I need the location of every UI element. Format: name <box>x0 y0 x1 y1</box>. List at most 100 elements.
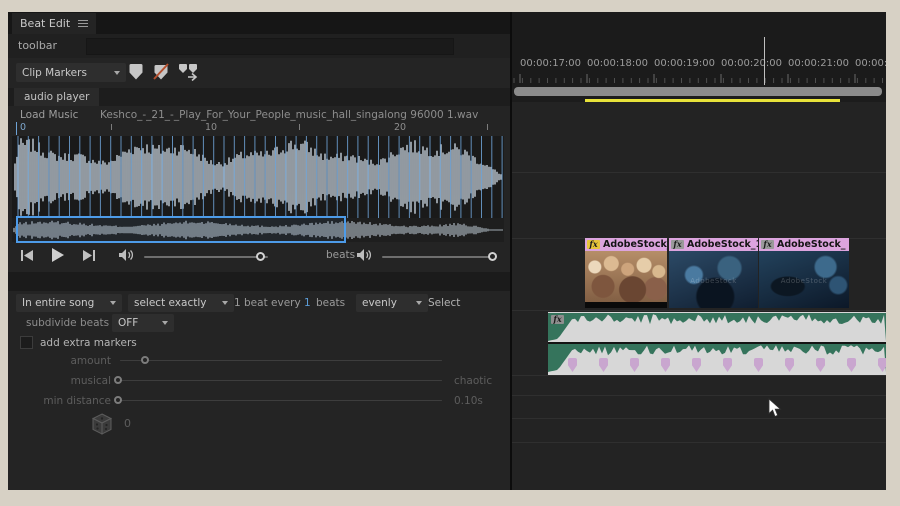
beat-every-suffix: beats <box>316 297 346 309</box>
waveform-selection-rect[interactable] <box>16 216 346 243</box>
beats-volume-icon[interactable] <box>356 248 373 262</box>
video-clip-2-name: AdobeStock_17 <box>687 239 758 250</box>
min-distance-slider[interactable] <box>120 400 442 401</box>
musical-slider[interactable] <box>120 380 442 381</box>
fx-badge-icon[interactable]: fx <box>587 240 600 249</box>
fx-badge-icon[interactable]: fx <box>671 240 684 249</box>
track-divider <box>512 442 886 443</box>
timeline-ruler[interactable]: 00:00:17:00 00:00:18:00 00:00:19:00 00:0… <box>512 12 886 87</box>
subdivide-label: subdivide beats <box>26 317 110 329</box>
panel-title: Beat Edit <box>20 17 71 30</box>
timecode-label: 00:00:20:00 <box>721 58 783 69</box>
scope-dropdown-label: In entire song <box>22 297 95 309</box>
beat-marker[interactable] <box>816 358 825 372</box>
load-music-button[interactable]: Load Music <box>20 109 78 121</box>
mouse-cursor <box>768 398 782 418</box>
video-clip-1-name: AdobeStock_1 <box>603 239 667 250</box>
dice-icon[interactable] <box>90 412 114 436</box>
audio-clip[interactable]: fx <box>548 312 886 375</box>
beat-marker[interactable] <box>878 358 886 372</box>
fx-badge-icon[interactable]: fx <box>761 240 774 249</box>
video-clip-1-header[interactable]: fx AdobeStock_1 <box>585 238 667 251</box>
main-waveform[interactable] <box>12 136 504 218</box>
beat-marker[interactable] <box>568 358 577 372</box>
video-clip-3[interactable]: fx AdobeStock_ AdobeStock <box>759 238 849 308</box>
main-waveform-svg <box>14 136 503 218</box>
panel-tab-bar: Beat Edit <box>8 12 510 34</box>
timeline-playhead[interactable] <box>764 37 765 85</box>
scope-dropdown[interactable]: In entire song <box>16 294 122 312</box>
ruler-label-20: 20 <box>394 122 407 133</box>
select-button[interactable]: Select <box>428 297 460 309</box>
transport-row: beats <box>8 245 510 271</box>
video-clip-1-thumbnail <box>585 251 667 308</box>
caret-down-icon <box>110 301 116 305</box>
timeline-h-scrollbar[interactable] <box>514 87 882 96</box>
subdivide-dropdown[interactable]: OFF <box>112 314 174 332</box>
amount-knob[interactable] <box>141 356 149 364</box>
panel-menu-icon[interactable] <box>78 20 89 27</box>
distribution-dropdown-label: evenly <box>362 297 397 309</box>
add-extra-markers-checkbox[interactable] <box>20 336 33 349</box>
mode-dropdown-label: select exactly <box>134 297 207 309</box>
ruler-tick <box>487 124 488 130</box>
beat-tabs-row: beat selection beat info <box>8 272 510 291</box>
ruler-label-0: 0 <box>20 122 27 133</box>
distribution-dropdown[interactable]: evenly <box>356 294 428 312</box>
beats-volume-knob[interactable] <box>488 252 497 261</box>
tab-audio-player[interactable]: audio player <box>14 88 100 106</box>
waveform-ruler[interactable]: 0 10 20 <box>8 122 510 136</box>
min-distance-knob[interactable] <box>114 396 122 404</box>
beat-marker[interactable] <box>785 358 794 372</box>
timeline-panel: 00:00:17:00 00:00:18:00 00:00:19:00 00:0… <box>510 12 886 490</box>
video-clip-3-header[interactable]: fx AdobeStock_ <box>759 238 849 251</box>
ruler-label-10: 10 <box>205 122 218 133</box>
tab-beat-edit[interactable]: Beat Edit <box>12 13 97 34</box>
timecode-label: 00:00:21:00 <box>788 58 850 69</box>
music-volume-slider[interactable] <box>144 256 268 258</box>
play-button[interactable] <box>50 247 65 263</box>
audio-markers <box>548 312 886 375</box>
min-distance-value: 0.10s <box>454 395 483 407</box>
chaotic-label: chaotic <box>454 375 493 387</box>
video-clip-2-header[interactable]: fx AdobeStock_17 <box>669 238 758 251</box>
beat-every-value[interactable]: 1 <box>304 297 311 309</box>
ruler-tick <box>299 124 300 130</box>
beatedit-panel: Beat Edit toolbar Clip Markers audio pla… <box>8 12 510 490</box>
add-marker-icon[interactable] <box>128 62 144 82</box>
mode-dropdown[interactable]: select exactly <box>128 294 234 312</box>
beat-marker[interactable] <box>754 358 763 372</box>
beat-marker[interactable] <box>661 358 670 372</box>
beat-marker[interactable] <box>630 358 639 372</box>
music-volume-knob[interactable] <box>256 252 265 261</box>
beats-volume-slider[interactable] <box>382 256 496 258</box>
loaded-filename: Keshco_-_21_-_Play_For_Your_People_music… <box>100 109 479 121</box>
skip-end-button[interactable] <box>82 249 96 262</box>
clip-markers-dropdown[interactable]: Clip Markers <box>16 63 126 82</box>
letterbox-bar <box>585 302 667 308</box>
screenshot-root: Beat Edit toolbar Clip Markers audio pla… <box>0 0 900 506</box>
track-divider <box>512 310 886 311</box>
waveform-playhead[interactable] <box>16 122 17 135</box>
export-markers-icon[interactable] <box>178 62 200 82</box>
random-seed-value[interactable]: 0 <box>124 417 131 430</box>
beat-marker[interactable] <box>723 358 732 372</box>
amount-slider[interactable] <box>120 360 442 361</box>
beat-marker[interactable] <box>847 358 856 372</box>
timecode-label: 00:00:18:00 <box>587 58 649 69</box>
musical-knob[interactable] <box>114 376 122 384</box>
beat-marker[interactable] <box>692 358 701 372</box>
beat-marker[interactable] <box>599 358 608 372</box>
video-clip-2[interactable]: fx AdobeStock_17 AdobeStock <box>669 238 758 308</box>
skip-start-button[interactable] <box>20 249 34 262</box>
track-divider <box>512 395 886 396</box>
clip-markers-row: Clip Markers <box>8 58 510 88</box>
subdivide-row: subdivide beats OFF <box>8 313 510 333</box>
track-divider <box>512 172 886 173</box>
delete-markers-icon[interactable] <box>152 62 170 82</box>
video-clip-2-thumbnail: AdobeStock <box>669 251 758 308</box>
add-extra-markers-label: add extra markers <box>40 337 137 349</box>
video-clip-1[interactable]: fx AdobeStock_1 <box>585 238 667 308</box>
ruler-tick <box>111 124 112 130</box>
music-volume-icon[interactable] <box>118 248 135 262</box>
